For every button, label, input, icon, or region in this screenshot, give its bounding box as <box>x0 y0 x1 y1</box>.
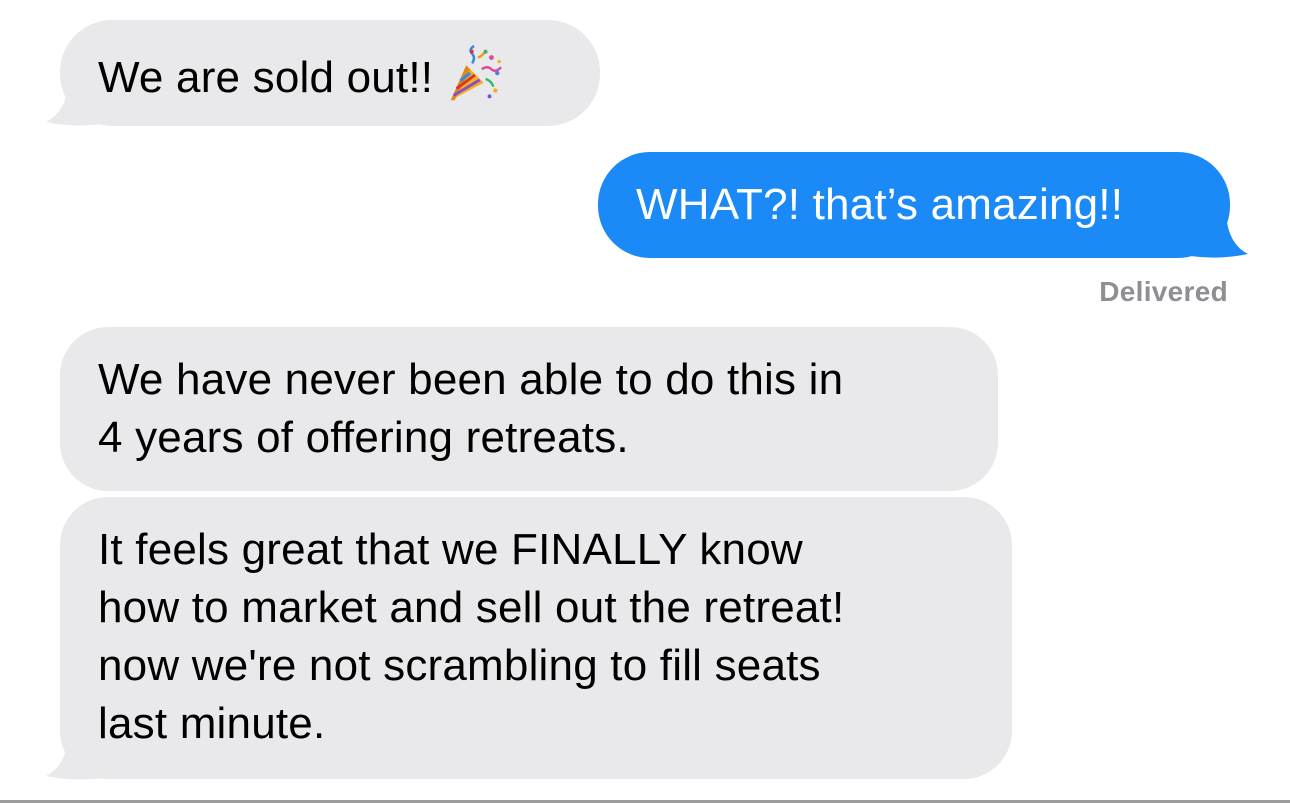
message-bubble-incoming[interactable]: We have never been able to do this in 4 … <box>60 327 998 491</box>
message-text: WHAT?! that’s amazing!! <box>636 180 1124 229</box>
message-bubble-incoming[interactable]: We are sold out!! <box>60 20 600 126</box>
message-text-line: 4 years of offering retreats. <box>98 413 629 462</box>
party-popper-icon <box>450 44 503 101</box>
message-thread: We are sold out!! WHAT?! that’s amazing!… <box>0 0 1290 803</box>
message-text-line: We have never been able to do this in <box>98 355 844 404</box>
message-text-line: now we're not scrambling to fill seats <box>98 641 821 690</box>
message-bubble-outgoing[interactable]: WHAT?! that’s amazing!! <box>598 152 1230 258</box>
message-text-line: how to market and sell out the retreat! <box>98 583 845 632</box>
message-text: We are sold out!! <box>98 44 562 107</box>
message-bubble-incoming[interactable]: It feels great that we FINALLY know how … <box>60 497 1012 779</box>
delivered-status: Delivered <box>1099 276 1228 307</box>
message-text-line: last minute. <box>98 699 326 748</box>
message-text-line: It feels great that we FINALLY know <box>98 525 803 574</box>
